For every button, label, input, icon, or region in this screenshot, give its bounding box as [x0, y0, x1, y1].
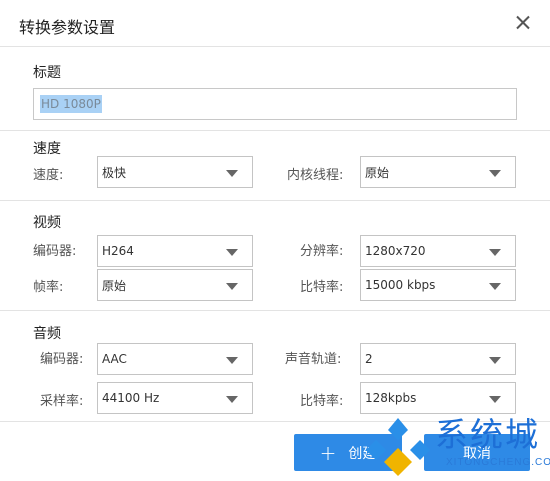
video-bitrate-label: 比特率: — [300, 280, 344, 295]
framerate-value: 原始 — [102, 278, 127, 293]
close-icon[interactable] — [510, 10, 536, 36]
samplerate-value: 44100 Hz — [102, 391, 160, 405]
resolution-label: 分辨率: — [300, 244, 344, 259]
watermark-logo-icon — [366, 418, 430, 476]
watermark-sub: XITONGCHENG.COM — [446, 457, 550, 468]
samplerate-label: 采样率: — [40, 394, 84, 409]
resolution-value: 1280x720 — [365, 244, 426, 258]
chevron-down-icon — [489, 249, 501, 256]
chevron-down-icon — [226, 283, 238, 290]
video-bitrate-select[interactable]: 15000 kbps — [360, 269, 516, 301]
speed-select-value: 极快 — [102, 165, 127, 180]
channels-value: 2 — [365, 352, 373, 366]
chevron-down-icon — [489, 396, 501, 403]
video-encoder-label: 编码器: — [33, 244, 77, 259]
chevron-down-icon — [489, 283, 501, 290]
audio-encoder-label: 编码器: — [40, 352, 84, 367]
samplerate-select[interactable]: 44100 Hz — [97, 382, 253, 414]
watermark: 系统城 XITONGCHENG.COM — [362, 408, 550, 481]
speed-label: 速度: — [33, 168, 64, 183]
divider — [0, 46, 550, 47]
chevron-down-icon — [489, 357, 501, 364]
title-section-heading: 标题 — [33, 65, 61, 81]
threads-select-value: 原始 — [365, 165, 390, 180]
speed-section-heading: 速度 — [33, 141, 61, 157]
audio-bitrate-value: 128kpbs — [365, 391, 417, 405]
title-input[interactable]: HD 1080P — [33, 88, 517, 120]
chevron-down-icon — [226, 249, 238, 256]
threads-label: 内核线程: — [287, 168, 344, 183]
watermark-text: 系统城 — [435, 415, 540, 454]
plus-icon: + — [319, 440, 337, 465]
framerate-select[interactable]: 原始 — [97, 269, 253, 301]
audio-bitrate-label: 比特率: — [300, 394, 344, 409]
divider — [0, 200, 550, 201]
audio-encoder-select[interactable]: AAC — [97, 343, 253, 375]
video-encoder-value: H264 — [102, 244, 134, 258]
divider — [0, 310, 550, 311]
channels-label: 声音轨道: — [285, 352, 342, 367]
audio-section-heading: 音频 — [33, 326, 61, 342]
dialog-title: 转换参数设置 — [19, 18, 116, 37]
chevron-down-icon — [226, 357, 238, 364]
video-encoder-select[interactable]: H264 — [97, 235, 253, 267]
chevron-down-icon — [226, 170, 238, 177]
title-input-value: HD 1080P — [40, 95, 102, 113]
video-bitrate-value: 15000 kbps — [365, 278, 436, 292]
chevron-down-icon — [226, 396, 238, 403]
threads-select[interactable]: 原始 — [360, 156, 516, 188]
speed-select[interactable]: 极快 — [97, 156, 253, 188]
framerate-label: 帧率: — [33, 280, 64, 295]
audio-encoder-value: AAC — [102, 352, 127, 366]
divider — [0, 130, 550, 131]
video-section-heading: 视频 — [33, 215, 61, 231]
chevron-down-icon — [489, 170, 501, 177]
convert-settings-dialog: 转换参数设置 标题 HD 1080P 速度 速度: 极快 内核线程: 原始 视频… — [0, 0, 550, 481]
resolution-select[interactable]: 1280x720 — [360, 235, 516, 267]
channels-select[interactable]: 2 — [360, 343, 516, 375]
